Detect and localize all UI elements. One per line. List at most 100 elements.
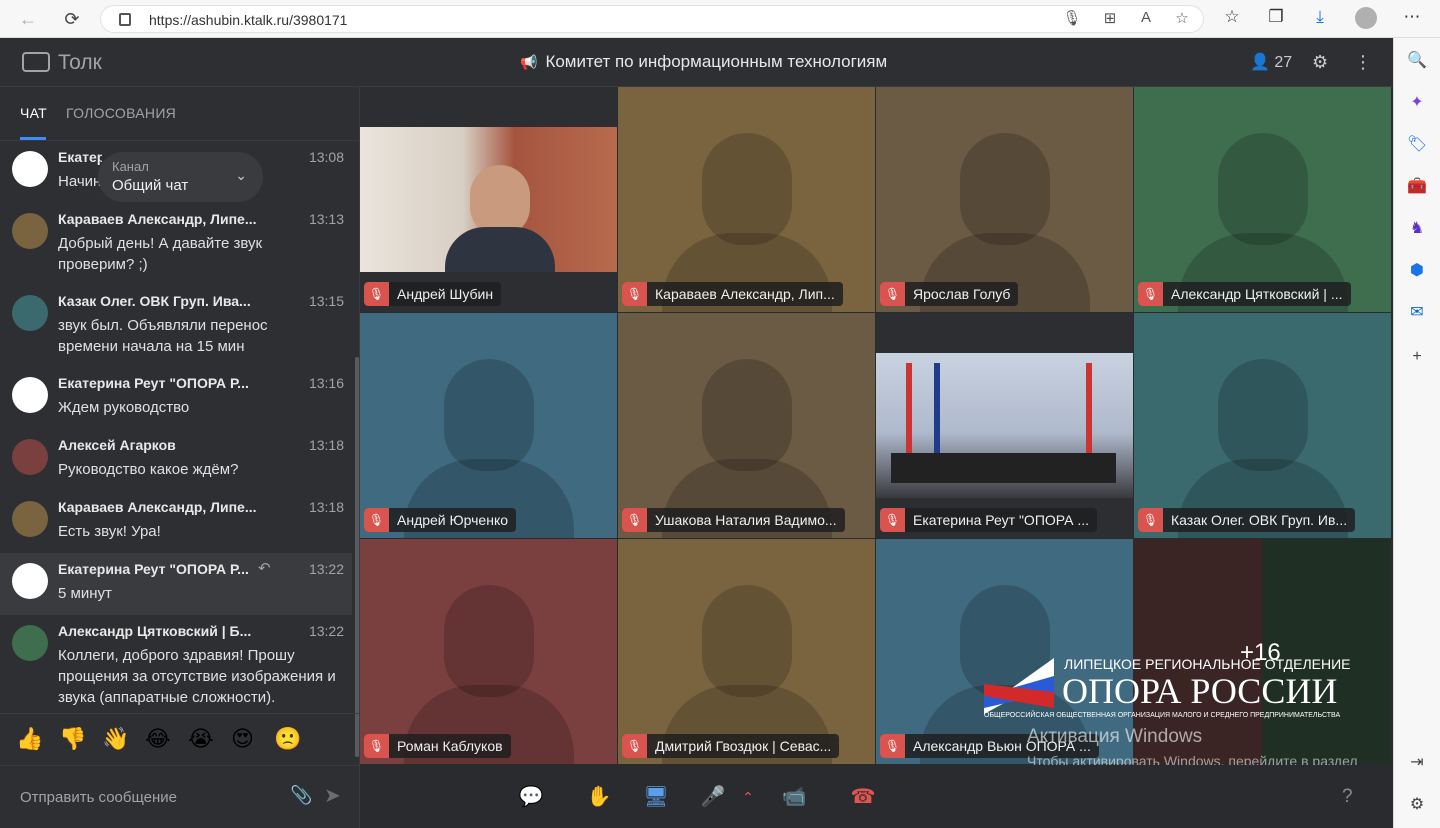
mic-off-icon[interactable]: 🎤 <box>699 783 727 811</box>
participant-video <box>360 127 617 272</box>
cry-reaction[interactable]: 😭 <box>188 726 214 752</box>
message-time: 13:16 <box>308 375 344 391</box>
chat-message[interactable]: Казак Олег. ОВК Груп. Ива... 13:15 звук … <box>0 285 352 367</box>
chat-scrollbar[interactable] <box>355 357 359 757</box>
settings-icon[interactable]: ⚙ <box>1406 794 1428 816</box>
participant-tile[interactable]: 🎙 Ушакова Наталия Вадимо... <box>618 313 875 538</box>
app-header: Толк 📢 Комитет по информационным технолог… <box>0 38 1393 87</box>
address-bar[interactable]: https://ashubin.ktalk.ru/3980171 🎙 ⊞ A ☆ <box>100 5 1204 33</box>
microphone-icon[interactable]: 🎙 <box>1061 9 1083 27</box>
mic-off-icon: 🎙 <box>1138 508 1163 532</box>
app-available-icon[interactable]: ⊞ <box>1099 9 1121 27</box>
message-composer: Отправить сообщение 📎 ➤ <box>0 765 360 828</box>
participant-name: 🎙 Ярослав Голуб <box>880 282 1019 306</box>
chat-message[interactable]: Караваев Александр, Липе... 13:13 Добрый… <box>0 203 352 285</box>
downloads-icon[interactable]: ⤓ <box>1308 7 1332 27</box>
participants-button[interactable]: 👤 27 <box>1250 52 1292 72</box>
tab-chat[interactable]: ЧАТ <box>20 105 47 121</box>
participant-tile[interactable]: 🎙 Караваев Александр, Лип... <box>618 87 875 312</box>
wave-reaction[interactable]: 👋 <box>102 726 129 752</box>
message-sender: Караваев Александр, Липе... <box>58 499 257 515</box>
collections-icon[interactable]: ❐ <box>1264 7 1288 27</box>
participants-count: 27 <box>1274 54 1293 71</box>
avatar <box>12 439 48 475</box>
camera-off-icon[interactable]: 📹 <box>780 783 808 811</box>
url-text[interactable]: https://ashubin.ktalk.ru/3980171 <box>149 12 347 28</box>
participant-tile[interactable]: 🎙 Ярослав Голуб <box>876 87 1133 312</box>
read-aloud-icon[interactable]: A <box>1135 9 1157 26</box>
frown-reaction[interactable]: 🙁 <box>274 726 301 752</box>
outlook-icon[interactable]: ✉ <box>1406 302 1428 324</box>
message-sender: Казак Олег. ОВК Груп. Ива... <box>58 293 251 309</box>
participant-tile[interactable]: 🎙 Андрей Юрченко <box>360 313 617 538</box>
mic-off-icon: 🎙 <box>364 734 389 758</box>
sidebar-toggle-icon[interactable]: ⇥ <box>1406 752 1428 774</box>
reply-icon[interactable]: ↶ <box>258 559 271 577</box>
participant-tile[interactable]: 🎙 Дмитрий Гвоздюк | Севас... <box>618 539 875 764</box>
mic-off-icon: 🎙 <box>622 734 647 758</box>
chat-message[interactable]: Александр Цятковский | Б... 13:22 Коллег… <box>0 615 352 713</box>
chevron-up-icon[interactable]: ⌃ <box>734 783 762 811</box>
thumbs-up-reaction[interactable]: 👍 <box>16 726 43 752</box>
laugh-reaction[interactable]: 😂 <box>145 726 171 752</box>
message-text: Есть звук! Ура! <box>58 523 161 540</box>
avatar <box>12 501 48 537</box>
message-text: Руководство какое ждём? <box>58 461 239 478</box>
message-time: 13:18 <box>308 437 344 453</box>
kebab-menu-icon[interactable]: ⋮ <box>1354 52 1372 73</box>
message-text: Начинаем <box>58 173 102 190</box>
message-sender: Екатерина Реут "ОПОРА Р... <box>58 375 249 391</box>
profile-avatar-icon[interactable] <box>1354 7 1378 34</box>
participant-name: 🎙 Екатерина Реут "ОПОРА ... <box>880 508 1098 532</box>
help-icon[interactable]: ? <box>1342 786 1353 808</box>
participant-name: 🎙 Караваев Александр, Лип... <box>622 282 843 306</box>
shopping-tag-icon[interactable]: 🏷 <box>1406 134 1428 156</box>
avatar <box>12 213 48 249</box>
chat-message[interactable]: Екатерина Реут "ОПОРА Р... 13:16 Ждем ру… <box>0 367 352 429</box>
favorite-add-icon[interactable]: ☆ <box>1171 9 1193 27</box>
more-icon[interactable]: ⋯ <box>1400 7 1424 27</box>
hang-up-icon[interactable]: ☎ <box>849 783 877 811</box>
raise-hand-icon[interactable]: ✋ <box>585 783 613 811</box>
chat-panel: ЧАТ ГОЛОСОВАНИЯ Екатерина Реут "ОПОРА Р.… <box>0 87 360 828</box>
screen-share-icon[interactable]: 🖥 <box>642 783 670 811</box>
send-icon[interactable]: ➤ <box>324 783 341 808</box>
chat-message[interactable]: Алексей Агарков 13:18 Руководство какое … <box>0 429 352 491</box>
add-icon[interactable]: + <box>1406 346 1428 368</box>
search-icon[interactable]: 🔍 <box>1406 50 1428 72</box>
favorites-icon[interactable]: ☆ <box>1220 7 1244 27</box>
mic-off-icon: 🎙 <box>1138 282 1163 306</box>
lock-icon <box>119 13 131 26</box>
chat-tabs: ЧАТ ГОЛОСОВАНИЯ <box>0 87 360 141</box>
chat-message[interactable]: Караваев Александр, Липе... 13:18 Есть з… <box>0 491 352 553</box>
participant-tile[interactable]: 🎙 Александр Цятковский | ... <box>1134 87 1391 312</box>
message-input[interactable]: Отправить сообщение <box>20 789 177 806</box>
message-time: 13:08 <box>308 149 344 165</box>
message-sender: Алексей Агарков <box>58 437 176 453</box>
heart-eyes-reaction[interactable]: 😍 <box>231 726 254 752</box>
opora-logo-watermark: ЛИПЕЦКОЕ РЕГИОНАЛЬНОЕ ОТДЕЛЕНИЕ ОПОРА РО… <box>984 656 1364 726</box>
chat-toggle-icon[interactable]: 💬 <box>517 783 545 811</box>
microsoft365-icon[interactable]: ⬢ <box>1406 260 1428 282</box>
mic-off-icon: 🎙 <box>364 508 389 532</box>
mic-off-icon: 🎙 <box>364 282 389 306</box>
participant-video <box>876 353 1133 498</box>
camera-logo-icon <box>22 52 50 72</box>
participant-tile[interactable]: 🎙 Андрей Шубин <box>360 87 617 312</box>
participant-tile[interactable]: 🎙 Екатерина Реут "ОПОРА ... <box>876 313 1133 538</box>
participant-tile[interactable]: 🎙 Казак Олег. ОВК Груп. Ив... <box>1134 313 1391 538</box>
reload-icon[interactable]: ⟳ <box>60 7 84 31</box>
games-icon[interactable]: ♞ <box>1406 218 1428 240</box>
participants-icon: 👤 <box>1250 54 1270 71</box>
thumbs-down-reaction[interactable]: 👎 <box>59 726 86 752</box>
avatar <box>12 563 48 599</box>
copilot-icon[interactable]: ✦ <box>1406 92 1428 114</box>
back-icon[interactable]: ← <box>16 7 40 31</box>
chat-message[interactable]: Екатерина Реут "ОПОРА Р... ↶ 13:22 5 мин… <box>0 553 352 615</box>
tools-icon[interactable]: 🧰 <box>1406 176 1428 198</box>
participant-tile[interactable]: 🎙 Роман Каблуков <box>360 539 617 764</box>
channel-selector[interactable]: Канал Общий чат ⌄ <box>98 152 263 202</box>
paperclip-icon[interactable]: 📎 <box>290 785 312 806</box>
gear-icon[interactable]: ⚙ <box>1312 52 1328 73</box>
tab-voting[interactable]: ГОЛОСОВАНИЯ <box>66 105 176 121</box>
